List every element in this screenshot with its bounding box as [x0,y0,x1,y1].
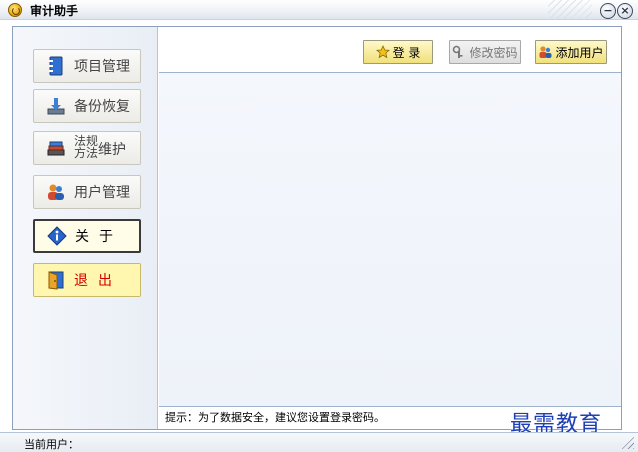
add-user-icon [539,46,552,58]
title-decoration [548,0,592,20]
nav-label-line2: 方法 [74,146,99,160]
exit-button[interactable]: 退出 [33,263,141,297]
title-bar: 审计助手 − × [0,0,638,20]
users-icon [48,184,64,200]
binder-icon [49,56,63,76]
nav-label: 法规 方法 维护 [74,135,127,160]
nav-label: 项目管理 [74,59,130,75]
backup-icon [47,98,65,115]
workspace-panel [159,73,621,407]
nav-label-suffix: 维护 [98,142,127,158]
backup-restore-button[interactable]: 备份恢复 [33,89,141,123]
hint-text: 提示：为了数据安全，建议您设置登录密码。 [165,411,385,424]
nav-label: 备份恢复 [74,99,130,115]
regulation-method-maintenance-button[interactable]: 法规 方法 维护 [33,131,141,165]
change-password-button[interactable]: 修改密码 [449,40,521,64]
nav-panel: 项目管理 备份恢复 法规 方法 维护 用户管理 关于 退出 [13,27,158,429]
nav-label: 关于 [75,229,123,245]
book-stack-icon [47,141,65,156]
content-area: 登 录 修改密码 添加用户 提示：为了数据安全，建议您设置登录密码。 [159,27,621,429]
about-button[interactable]: 关于 [33,219,141,253]
info-icon [47,226,67,246]
minimize-button[interactable]: − [600,3,616,19]
close-button[interactable]: × [617,3,633,19]
nav-label: 用户管理 [74,185,130,201]
user-management-button[interactable]: 用户管理 [33,175,141,209]
status-bar: 当前用户： [0,432,638,452]
toolbar: 登 录 修改密码 添加用户 [159,27,621,73]
key-icon [453,45,463,58]
star-icon [375,45,390,59]
window-title: 审计助手 [30,4,79,18]
nav-label: 退出 [74,273,122,289]
add-user-button[interactable]: 添加用户 [535,40,607,64]
current-user-label: 当前用户： [24,438,79,451]
login-button[interactable]: 登 录 [363,40,433,64]
project-management-button[interactable]: 项目管理 [33,49,141,83]
resize-grip-icon[interactable] [620,435,634,449]
exit-door-icon [48,271,64,290]
app-logo-icon [8,3,22,17]
main-frame: 项目管理 备份恢复 法规 方法 维护 用户管理 关于 退出 登 录 修改密码 添… [12,26,622,430]
